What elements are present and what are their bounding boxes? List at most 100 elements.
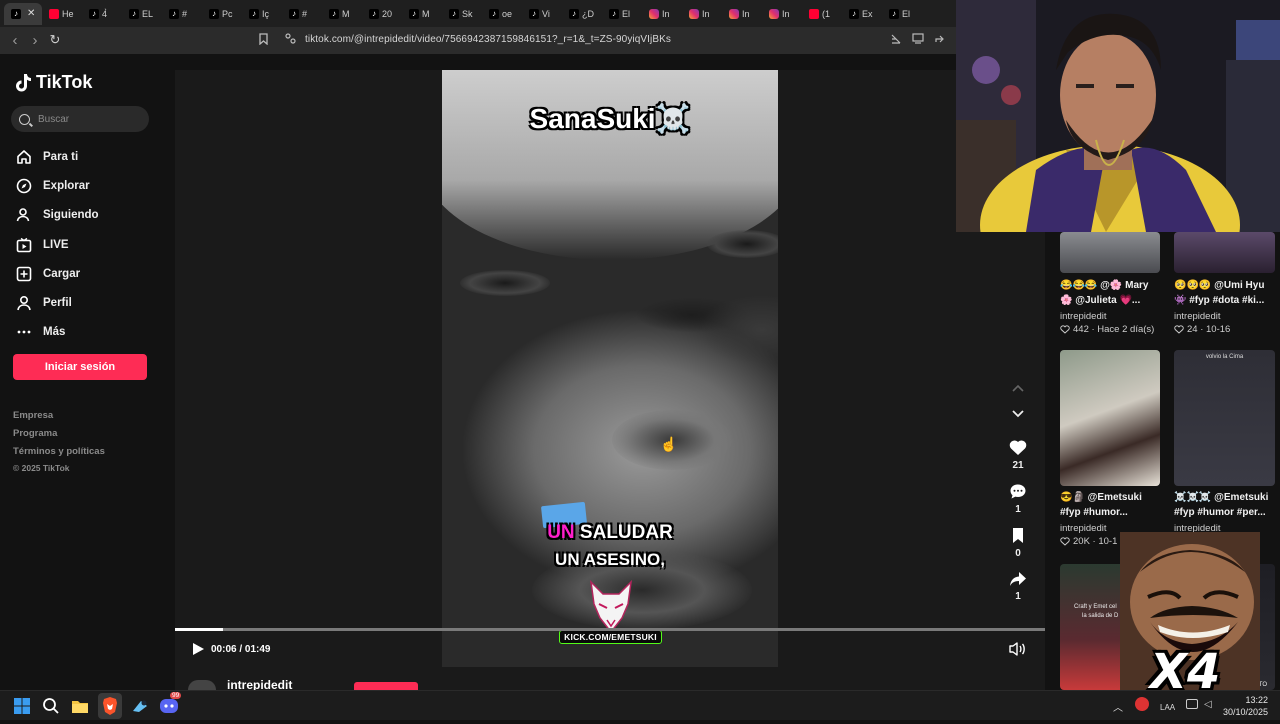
video-thumbnail[interactable] <box>1060 350 1160 486</box>
video-thumbnail[interactable]: volvio la Cima <box>1174 350 1275 486</box>
browser-tab[interactable]: ♪ 20 <box>362 3 402 25</box>
sidebar-item-siguiendo[interactable]: Siguiendo <box>15 201 165 230</box>
sidebar-item-label: Perfil <box>43 297 72 310</box>
back-button[interactable]: ‹ <box>4 29 26 51</box>
prev-video-button[interactable] <box>1003 383 1033 409</box>
volume-tray-icon[interactable]: ◁ <box>1204 699 1212 710</box>
sidebar-item-para-ti[interactable]: Para ti <box>15 142 165 171</box>
browser-tab[interactable]: ♪ # <box>282 3 322 25</box>
search-icon[interactable] <box>41 696 61 716</box>
heart-outline-icon <box>1060 537 1070 546</box>
video-card-title[interactable]: 👾 #fyp #dota #ki... <box>1174 293 1279 308</box>
sidebar-item-cargar[interactable]: Cargar <box>15 259 165 288</box>
sidebar-item-live[interactable]: LIVE <box>15 230 165 259</box>
video-card-title[interactable]: ☠️☠️☠️ @Emetsuki <box>1174 490 1279 505</box>
browser-tab[interactable]: ♪ 4̀ <box>82 3 122 25</box>
video-card-title[interactable]: 🥺🥺🥺 @Umi Hyu <box>1174 278 1279 293</box>
browser-tab[interactable]: ♪ ✕ <box>4 2 42 25</box>
video-card-title[interactable]: 😂😂😂 @🌸 Mary <box>1060 278 1165 293</box>
footer-link-terminos[interactable]: Términos y políticas <box>13 443 105 461</box>
steam-icon[interactable] <box>130 696 150 716</box>
browser-tab[interactable]: ♪ # <box>162 3 202 25</box>
video-card-title[interactable]: #fyp #humor #per... <box>1174 505 1279 520</box>
footer-link-empresa[interactable]: Empresa <box>13 407 105 425</box>
browser-tab-label: 4̀ <box>102 8 108 19</box>
cast-icon[interactable] <box>912 33 924 47</box>
video-card-author[interactable]: intrepidedit <box>1174 311 1220 322</box>
browser-tab[interactable]: In <box>722 3 762 25</box>
network-icon[interactable] <box>1186 699 1198 709</box>
address-bar[interactable]: tiktok.com/@intrepidedit/video/756694238… <box>305 34 671 45</box>
sidebar-item-mas[interactable]: Más <box>15 318 165 347</box>
video-player[interactable]: SanaSuki☠️ UN SALUDAR UN ASESINO, KICK.C… <box>442 70 778 667</box>
video-frame-eye <box>460 270 550 296</box>
video-card-author[interactable]: intrepidedit <box>1060 311 1106 322</box>
browser-tab[interactable]: He <box>42 3 82 25</box>
tray-chevron-icon[interactable]: ︿ <box>1113 699 1123 714</box>
sidebar-item-label: Explorar <box>43 179 90 192</box>
comment-icon <box>1010 484 1026 499</box>
tiktok-favicon-icon: ♪ <box>289 8 299 19</box>
taskbar-active-app[interactable] <box>98 693 122 719</box>
video-progress-bar[interactable] <box>175 628 1045 631</box>
play-icon[interactable] <box>191 642 205 656</box>
like-button[interactable]: 21 <box>1003 439 1033 483</box>
tiktok-favicon-icon: ♪ <box>129 8 139 19</box>
clock-date: 30/10/2025 <box>1222 707 1268 717</box>
browser-tab[interactable]: ♪ M <box>402 3 442 25</box>
browser-tab-label: Sk <box>462 8 473 19</box>
windows-start-icon[interactable] <box>12 696 32 716</box>
reader-off-icon[interactable] <box>890 33 902 48</box>
browser-tab[interactable]: ♪ oe <box>482 3 522 25</box>
site-settings-icon[interactable] <box>285 33 296 47</box>
video-card-title[interactable]: 😎🗿 @Emetsuki <box>1060 490 1165 505</box>
search-input[interactable]: Buscar <box>11 106 149 132</box>
bookmark-icon[interactable] <box>258 33 269 48</box>
sidebar-item-perfil[interactable]: Perfil <box>15 288 165 317</box>
tiktok-logo[interactable]: TikTok <box>15 72 92 93</box>
video-card-author[interactable]: intrepidedit <box>1060 523 1106 534</box>
video-card-stats: 24 · 10-16 <box>1187 324 1231 335</box>
tiktok-logo-icon <box>16 74 31 92</box>
browser-tab[interactable]: ♪ ¿D <box>562 3 602 25</box>
browser-tab[interactable]: ♪ EL <box>122 3 162 25</box>
browser-tab[interactable]: ♪ M <box>322 3 362 25</box>
discord-icon[interactable]: 99 <box>159 692 182 716</box>
browser-tab[interactable]: In <box>682 3 722 25</box>
instagram-favicon-icon <box>689 8 699 19</box>
browser-tab[interactable]: ♪ El <box>882 3 922 25</box>
language-indicator[interactable]: LAA <box>1160 703 1175 712</box>
footer-link-programa[interactable]: Programa <box>13 425 105 443</box>
tiktok-favicon-icon: ♪ <box>609 8 619 19</box>
next-video-button[interactable] <box>1003 409 1033 439</box>
browser-tab[interactable]: In <box>642 3 682 25</box>
forward-button[interactable]: › <box>24 29 46 51</box>
video-thumbnail[interactable] <box>1060 232 1160 273</box>
video-card-title[interactable]: 🌸 @Julieta 💗... <box>1060 293 1165 308</box>
video-thumbnail[interactable] <box>1174 232 1275 273</box>
browser-tab[interactable]: ♪ Sk <box>442 3 482 25</box>
browser-tab[interactable]: ♪ Iç <box>242 3 282 25</box>
comment-button[interactable]: 1 <box>1003 483 1033 527</box>
browser-tab[interactable]: In <box>762 3 802 25</box>
share-button[interactable]: 1 <box>1003 571 1033 615</box>
browser-tab[interactable]: ♪ El <box>602 3 642 25</box>
save-button[interactable]: 0 <box>1003 527 1033 571</box>
clock[interactable]: 13:22 30/10/2025 <box>1222 694 1268 718</box>
volume-icon[interactable] <box>1008 641 1026 657</box>
browser-tab[interactable]: ♪ Ex <box>842 3 882 25</box>
browser-tab[interactable]: ♪ Pc <box>202 3 242 25</box>
login-button[interactable]: Iniciar sesión <box>13 354 147 380</box>
browser-tab[interactable]: (1 <box>802 3 842 25</box>
share-icon[interactable] <box>934 33 946 47</box>
webcam-overlay <box>956 0 1280 232</box>
video-card-title[interactable]: #fyp #humor... <box>1060 505 1165 520</box>
browser-tab[interactable]: ♪ Vi <box>522 3 562 25</box>
tiktok-favicon-icon: ♪ <box>449 8 459 19</box>
close-tab-icon[interactable]: ✕ <box>27 8 35 19</box>
file-explorer-icon[interactable] <box>70 696 90 716</box>
browser-tab-label: Ex <box>862 8 873 19</box>
tray-app-icon[interactable] <box>1135 697 1149 711</box>
reload-button[interactable]: ↻ <box>44 29 66 51</box>
sidebar-item-explorar[interactable]: Explorar <box>15 171 165 200</box>
